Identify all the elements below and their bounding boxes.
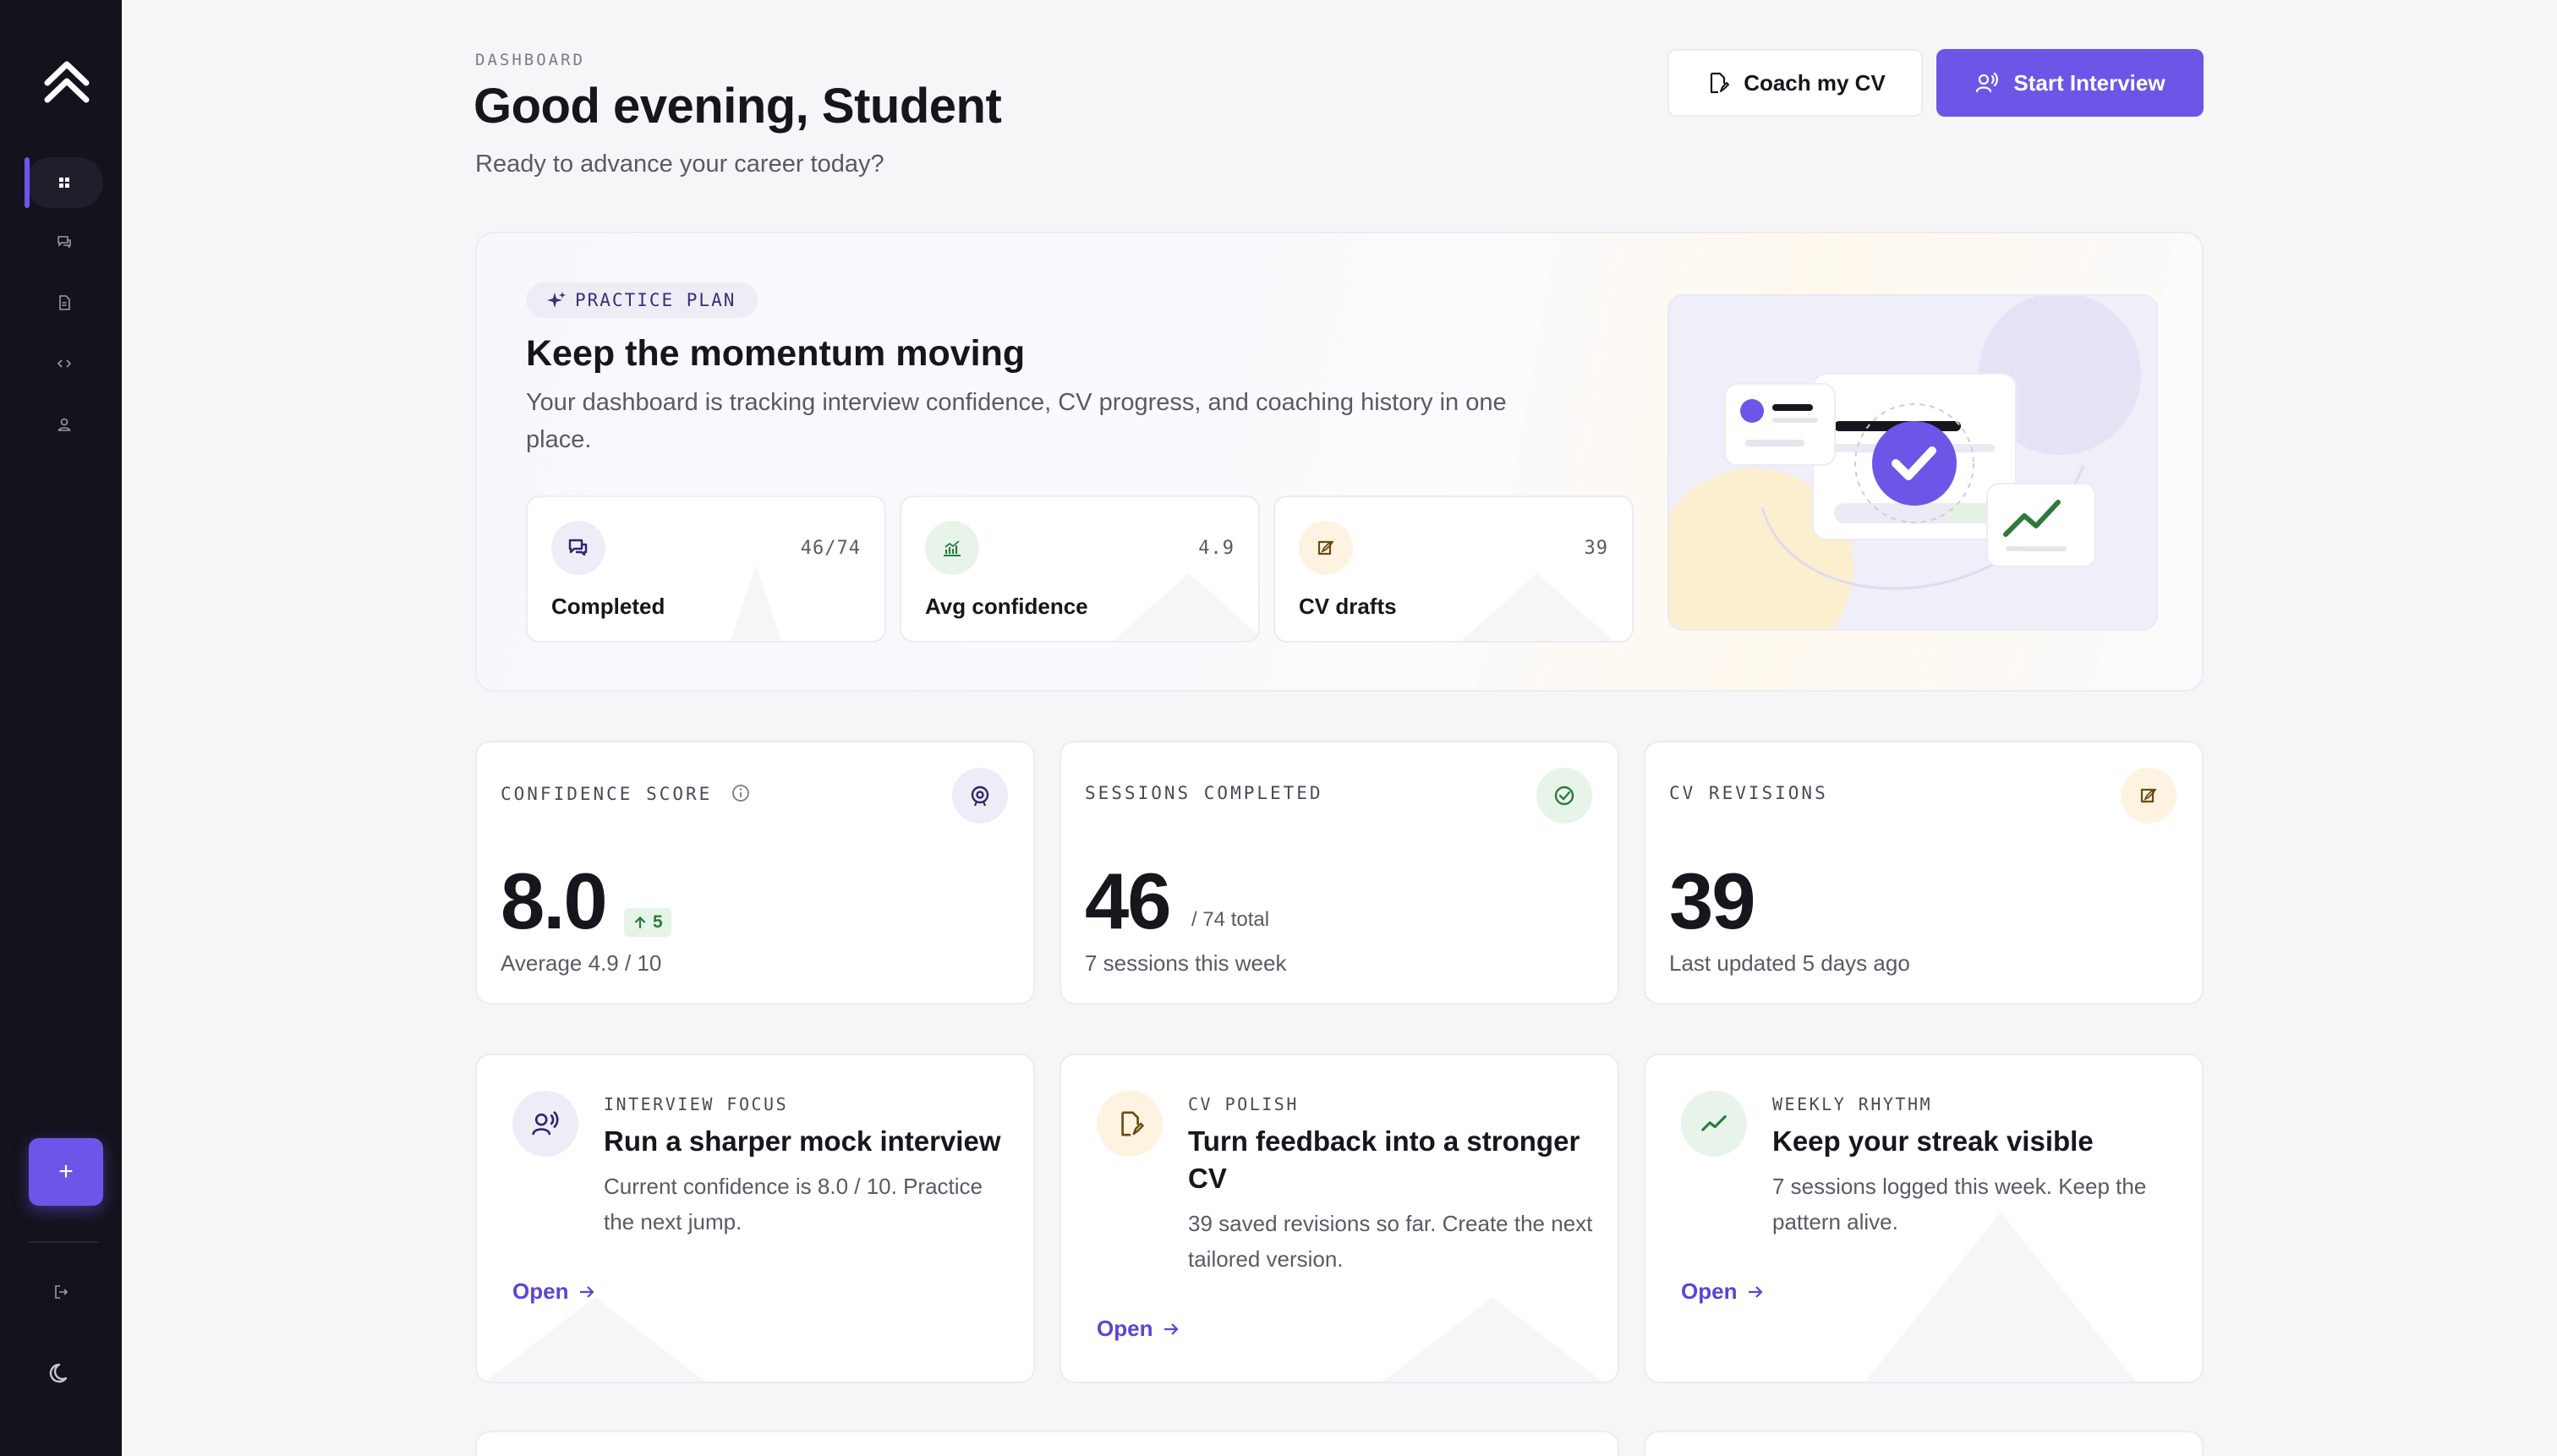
mini-stat-cv-drafts[interactable]: 39 CV drafts (1273, 495, 1634, 643)
coach-cv-button[interactable]: Coach my CV (1667, 49, 1923, 117)
page-subtitle: Ready to advance your career today? (475, 151, 884, 178)
focus-title: Run a sharper mock interview (604, 1125, 1001, 1157)
focus-eyebrow: WEEKLY RHYTHM (1772, 1094, 1933, 1114)
arrow-right-icon (1164, 1322, 1180, 1335)
sidebar: + (0, 0, 122, 1456)
stat-label-text: CONFIDENCE SCORE (501, 784, 713, 804)
decorative-shape (485, 1297, 705, 1382)
add-button[interactable]: + (29, 1138, 103, 1206)
weekly-rhythm-card: WEEKLY RHYTHM Keep your streak visible 7… (1644, 1054, 2204, 1383)
arrow-right-icon (580, 1285, 595, 1298)
hero-description: Your dashboard is tracking interview con… (526, 389, 1507, 453)
cv-revisions-card: CV REVISIONS 39 Last updated 5 days ago (1644, 741, 2204, 1004)
arrow-up-icon (634, 916, 646, 928)
mini-stat-label: Completed (551, 594, 665, 619)
document-icon (59, 295, 70, 310)
coach-cv-label: Coach my CV (1744, 69, 1886, 96)
start-interview-label: Start Interview (2013, 69, 2166, 96)
sidebar-item-code[interactable] (25, 338, 103, 389)
code-icon (57, 359, 72, 368)
delta-value: 5 (653, 912, 663, 932)
confidence-score-card: CONFIDENCE SCORE 8.0 5 Average 4.9 / 10 (475, 741, 1035, 1004)
page-title: Good evening, Student (474, 79, 1002, 134)
open-link-label: Open (512, 1278, 569, 1304)
stat-label: SESSIONS COMPLETED (1085, 783, 1323, 803)
hero-title: Keep the momentum moving (526, 333, 1026, 374)
mini-stat-value: 39 (1584, 538, 1608, 559)
sidebar-divider (29, 1241, 98, 1243)
focus-description: 39 saved revisions so far. Create the ne… (1188, 1211, 1593, 1272)
file-edit-icon (2121, 768, 2176, 824)
sidebar-item-profile[interactable] (25, 399, 103, 450)
stat-label: CONFIDENCE SCORE (501, 783, 751, 804)
decorative-shape (731, 565, 781, 641)
bar-chart-icon (925, 521, 979, 575)
user-icon (57, 418, 71, 431)
check-circle-icon (1536, 768, 1592, 824)
focus-description: 7 sessions logged this week. Keep the pa… (1772, 1174, 2147, 1234)
stat-footer: Average 4.9 / 10 (501, 950, 662, 976)
practice-plan-card: PRACTICE PLAN Keep the momentum moving Y… (475, 232, 2204, 692)
info-icon[interactable] (731, 783, 751, 803)
sparkle-icon (547, 292, 566, 308)
cv-polish-card: CV POLISH Turn feedback into a stronger … (1059, 1054, 1619, 1383)
open-link[interactable]: Open (1681, 1278, 1766, 1305)
app-logo-icon[interactable] (42, 57, 91, 107)
start-interview-button[interactable]: Start Interview (1936, 49, 2204, 117)
sidebar-item-cv[interactable] (25, 277, 103, 328)
focus-eyebrow: INTERVIEW FOCUS (604, 1094, 789, 1114)
mini-stat-label: Avg confidence (925, 594, 1088, 619)
arrow-right-icon (1749, 1285, 1764, 1298)
target-icon (952, 768, 1008, 824)
decorative-shape (1113, 573, 1258, 641)
progress-illustration (1667, 294, 2158, 631)
sidebar-item-interviews[interactable] (25, 216, 103, 267)
logout-icon (55, 1285, 68, 1299)
bottom-card-left (475, 1431, 1619, 1456)
focus-description: Current confidence is 8.0 / 10. Practice… (604, 1174, 983, 1234)
interview-focus-card: INTERVIEW FOCUS Run a sharper mock inter… (475, 1054, 1035, 1383)
practice-plan-pill: PRACTICE PLAN (526, 282, 758, 318)
chat-icon (57, 236, 71, 249)
open-link-label: Open (1681, 1278, 1738, 1304)
stat-value: 46 (1085, 857, 1172, 945)
stat-value: 39 (1669, 857, 1756, 945)
document-edit-icon (1097, 1091, 1163, 1157)
sessions-completed-card: SESSIONS COMPLETED 46 / 74 total 7 sessi… (1059, 741, 1619, 1004)
grid-icon (59, 178, 69, 188)
focus-title: Turn feedback into a stronger CV (1188, 1125, 1580, 1194)
stat-footer: Last updated 5 days ago (1669, 950, 1910, 976)
theme-toggle-button[interactable] (41, 1353, 81, 1393)
practice-plan-label: PRACTICE PLAN (575, 290, 736, 310)
file-edit-icon (1299, 521, 1353, 575)
chat-icon (551, 521, 605, 575)
logout-button[interactable] (41, 1272, 81, 1312)
mini-stat-label: CV drafts (1299, 594, 1397, 619)
focus-eyebrow: CV POLISH (1188, 1094, 1299, 1114)
sidebar-item-dashboard[interactable] (25, 157, 103, 208)
open-link[interactable]: Open (1097, 1316, 1181, 1342)
mini-stat-value: 4.9 (1198, 538, 1235, 559)
moon-icon (49, 1363, 68, 1383)
stat-value: 8.0 (501, 857, 608, 945)
stat-label: CV REVISIONS (1669, 783, 1828, 803)
open-link[interactable]: Open (512, 1278, 597, 1305)
decorative-shape (1461, 573, 1613, 641)
stat-footer: 7 sessions this week (1085, 950, 1287, 976)
bottom-card-right (1644, 1431, 2204, 1456)
delta-badge: 5 (624, 908, 671, 937)
breadcrumb: DASHBOARD (475, 51, 585, 69)
trend-up-icon (1681, 1091, 1747, 1157)
open-link-label: Open (1097, 1316, 1153, 1341)
decorative-shape (1383, 1297, 1602, 1382)
mini-stat-completed[interactable]: 46/74 Completed (526, 495, 886, 643)
user-voice-icon (1976, 72, 1999, 93)
user-voice-icon (512, 1091, 578, 1157)
mini-stat-avg-confidence[interactable]: 4.9 Avg confidence (900, 495, 1260, 643)
document-edit-icon (1711, 72, 1730, 94)
stat-total: / 74 total (1191, 908, 1270, 931)
mini-stat-value: 46/74 (800, 538, 861, 559)
focus-title: Keep your streak visible (1772, 1125, 2094, 1157)
